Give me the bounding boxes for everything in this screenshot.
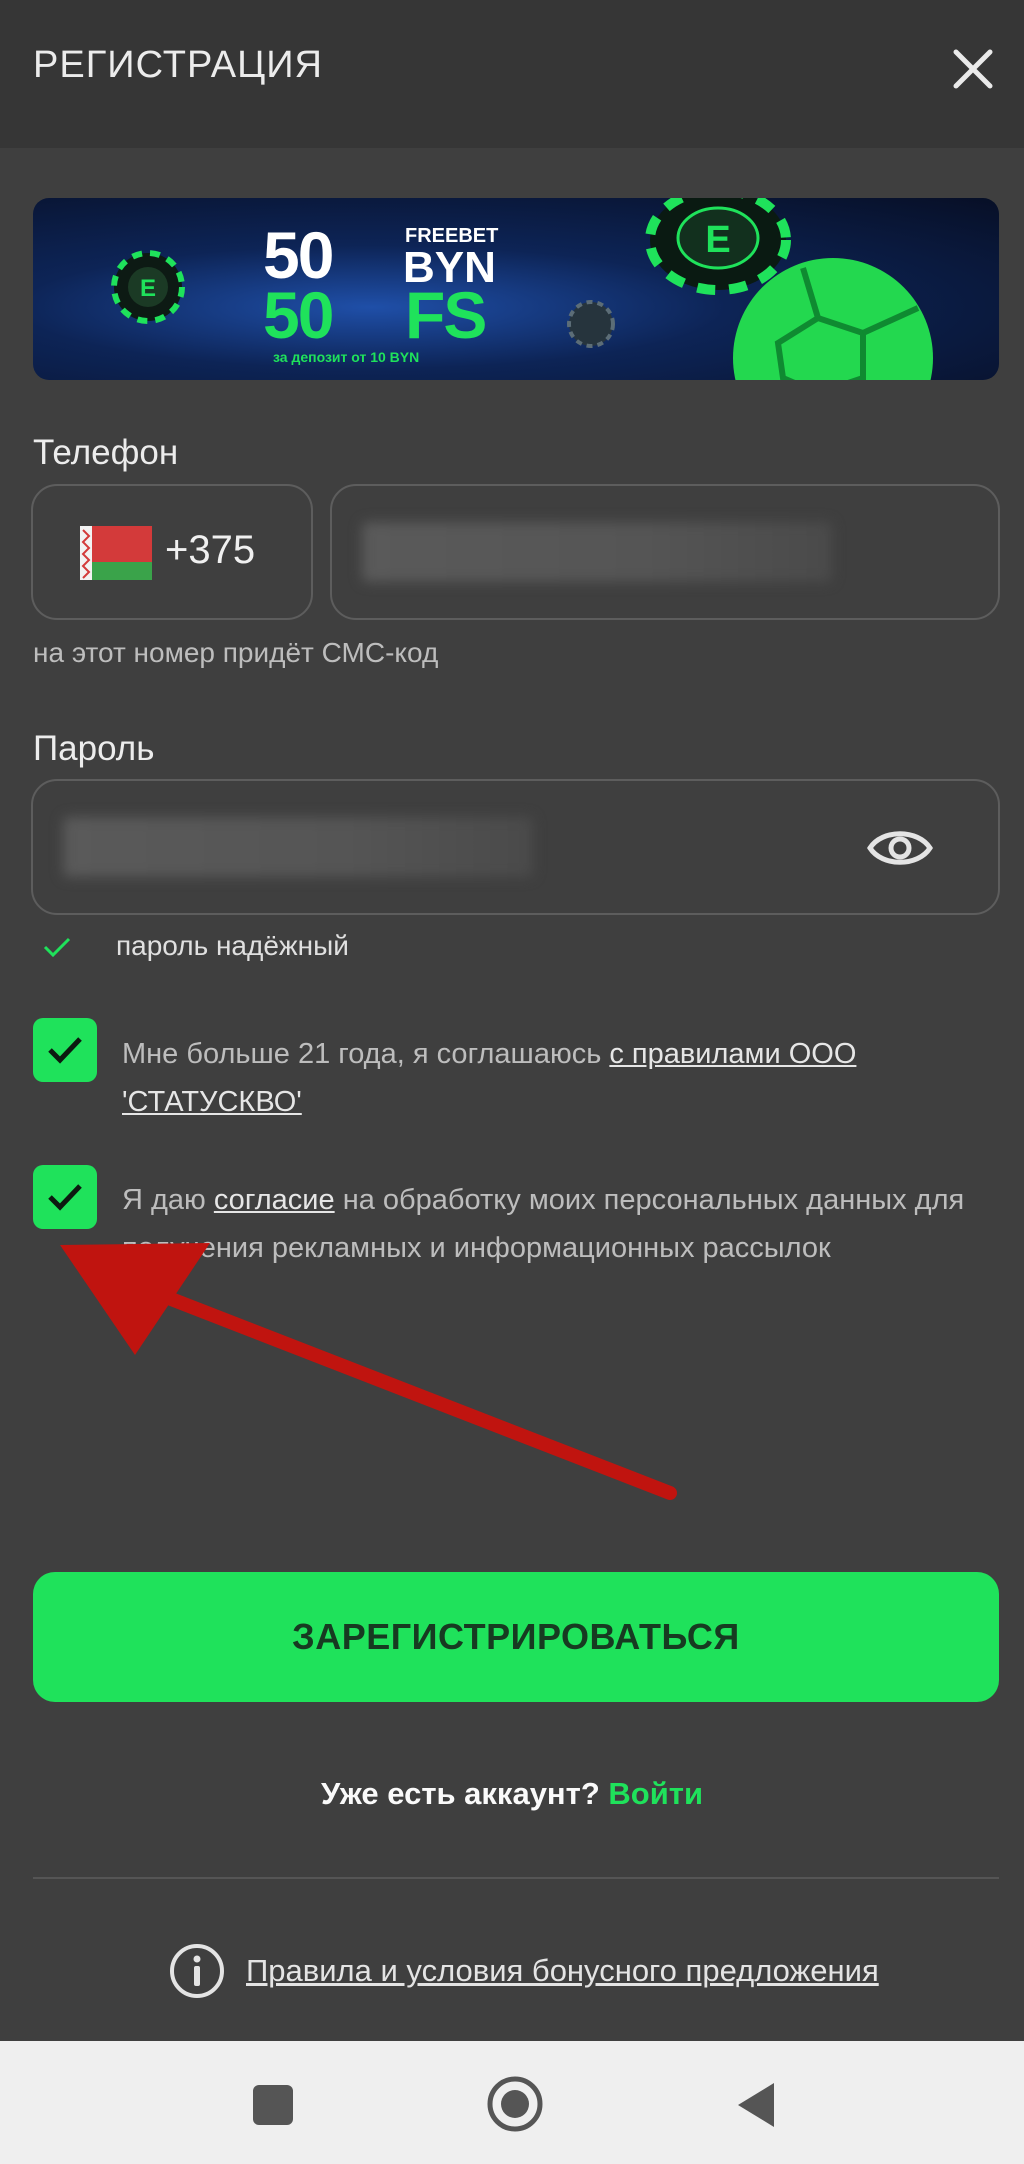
header: РЕГИСТРАЦИЯ [0,0,1024,148]
page-title: РЕГИСТРАЦИЯ [33,44,323,86]
age-consent-checkbox[interactable] [33,1018,97,1082]
phone-hint: на этот номер придёт СМС-код [33,637,439,668]
banner-deposit-note: за депозит от 10 BYN [273,349,420,365]
home-button[interactable] [486,2075,544,2138]
poker-chip-icon: E [111,250,185,324]
login-link[interactable]: Войти [608,1776,703,1811]
system-nav-bar [0,2041,1024,2164]
info-icon [170,1944,224,1998]
password-strength: пароль надёжный [116,930,349,961]
country-code-selector[interactable]: +375 [31,484,313,620]
password-value-redacted [63,817,533,877]
bonus-rules-link[interactable]: Правила и условия бонусного предложения [246,1953,879,1989]
poker-chip-icon [567,300,615,348]
consent-link[interactable]: согласие [214,1184,335,1216]
login-prompt: Уже есть аккаунт? Войти [320,1776,704,1811]
register-button[interactable]: ЗАРЕГИСТРИРОВАТЬСЯ [33,1572,999,1702]
bonus-rules[interactable]: Правила и условия бонусного предложения [168,1942,879,2000]
password-label: Пароль [33,729,155,768]
square-icon [253,2085,293,2125]
back-button[interactable] [736,2081,776,2134]
check-icon [48,1037,82,1064]
phone-value-redacted [362,522,832,582]
annotation-arrow [60,1243,677,1500]
belarus-flag-icon [80,526,152,580]
phone-input[interactable] [330,484,1000,620]
football-icon [733,258,933,380]
phone-label: Телефон [33,433,179,472]
back-triangle-icon [738,2083,774,2127]
svg-text:E: E [140,275,156,302]
banner-fs: FS [405,278,487,352]
recents-button[interactable] [252,2084,294,2131]
circle-icon [487,2076,543,2132]
close-button[interactable] [948,44,998,94]
promo-banner[interactable]: E 50 FREEBET BYN 50 FS за депозит от 10 … [33,198,999,380]
password-input[interactable] [31,779,1000,915]
close-icon [953,49,993,89]
divider [33,1877,999,1879]
check-icon [43,937,71,958]
age-consent-text: Мне больше 21 года, я соглашаюсь с прави… [122,1038,857,1118]
country-code: +375 [165,528,256,572]
check-icon [48,1184,82,1211]
eye-icon[interactable] [866,825,934,871]
banner-fs-amount: 50 [263,278,334,352]
